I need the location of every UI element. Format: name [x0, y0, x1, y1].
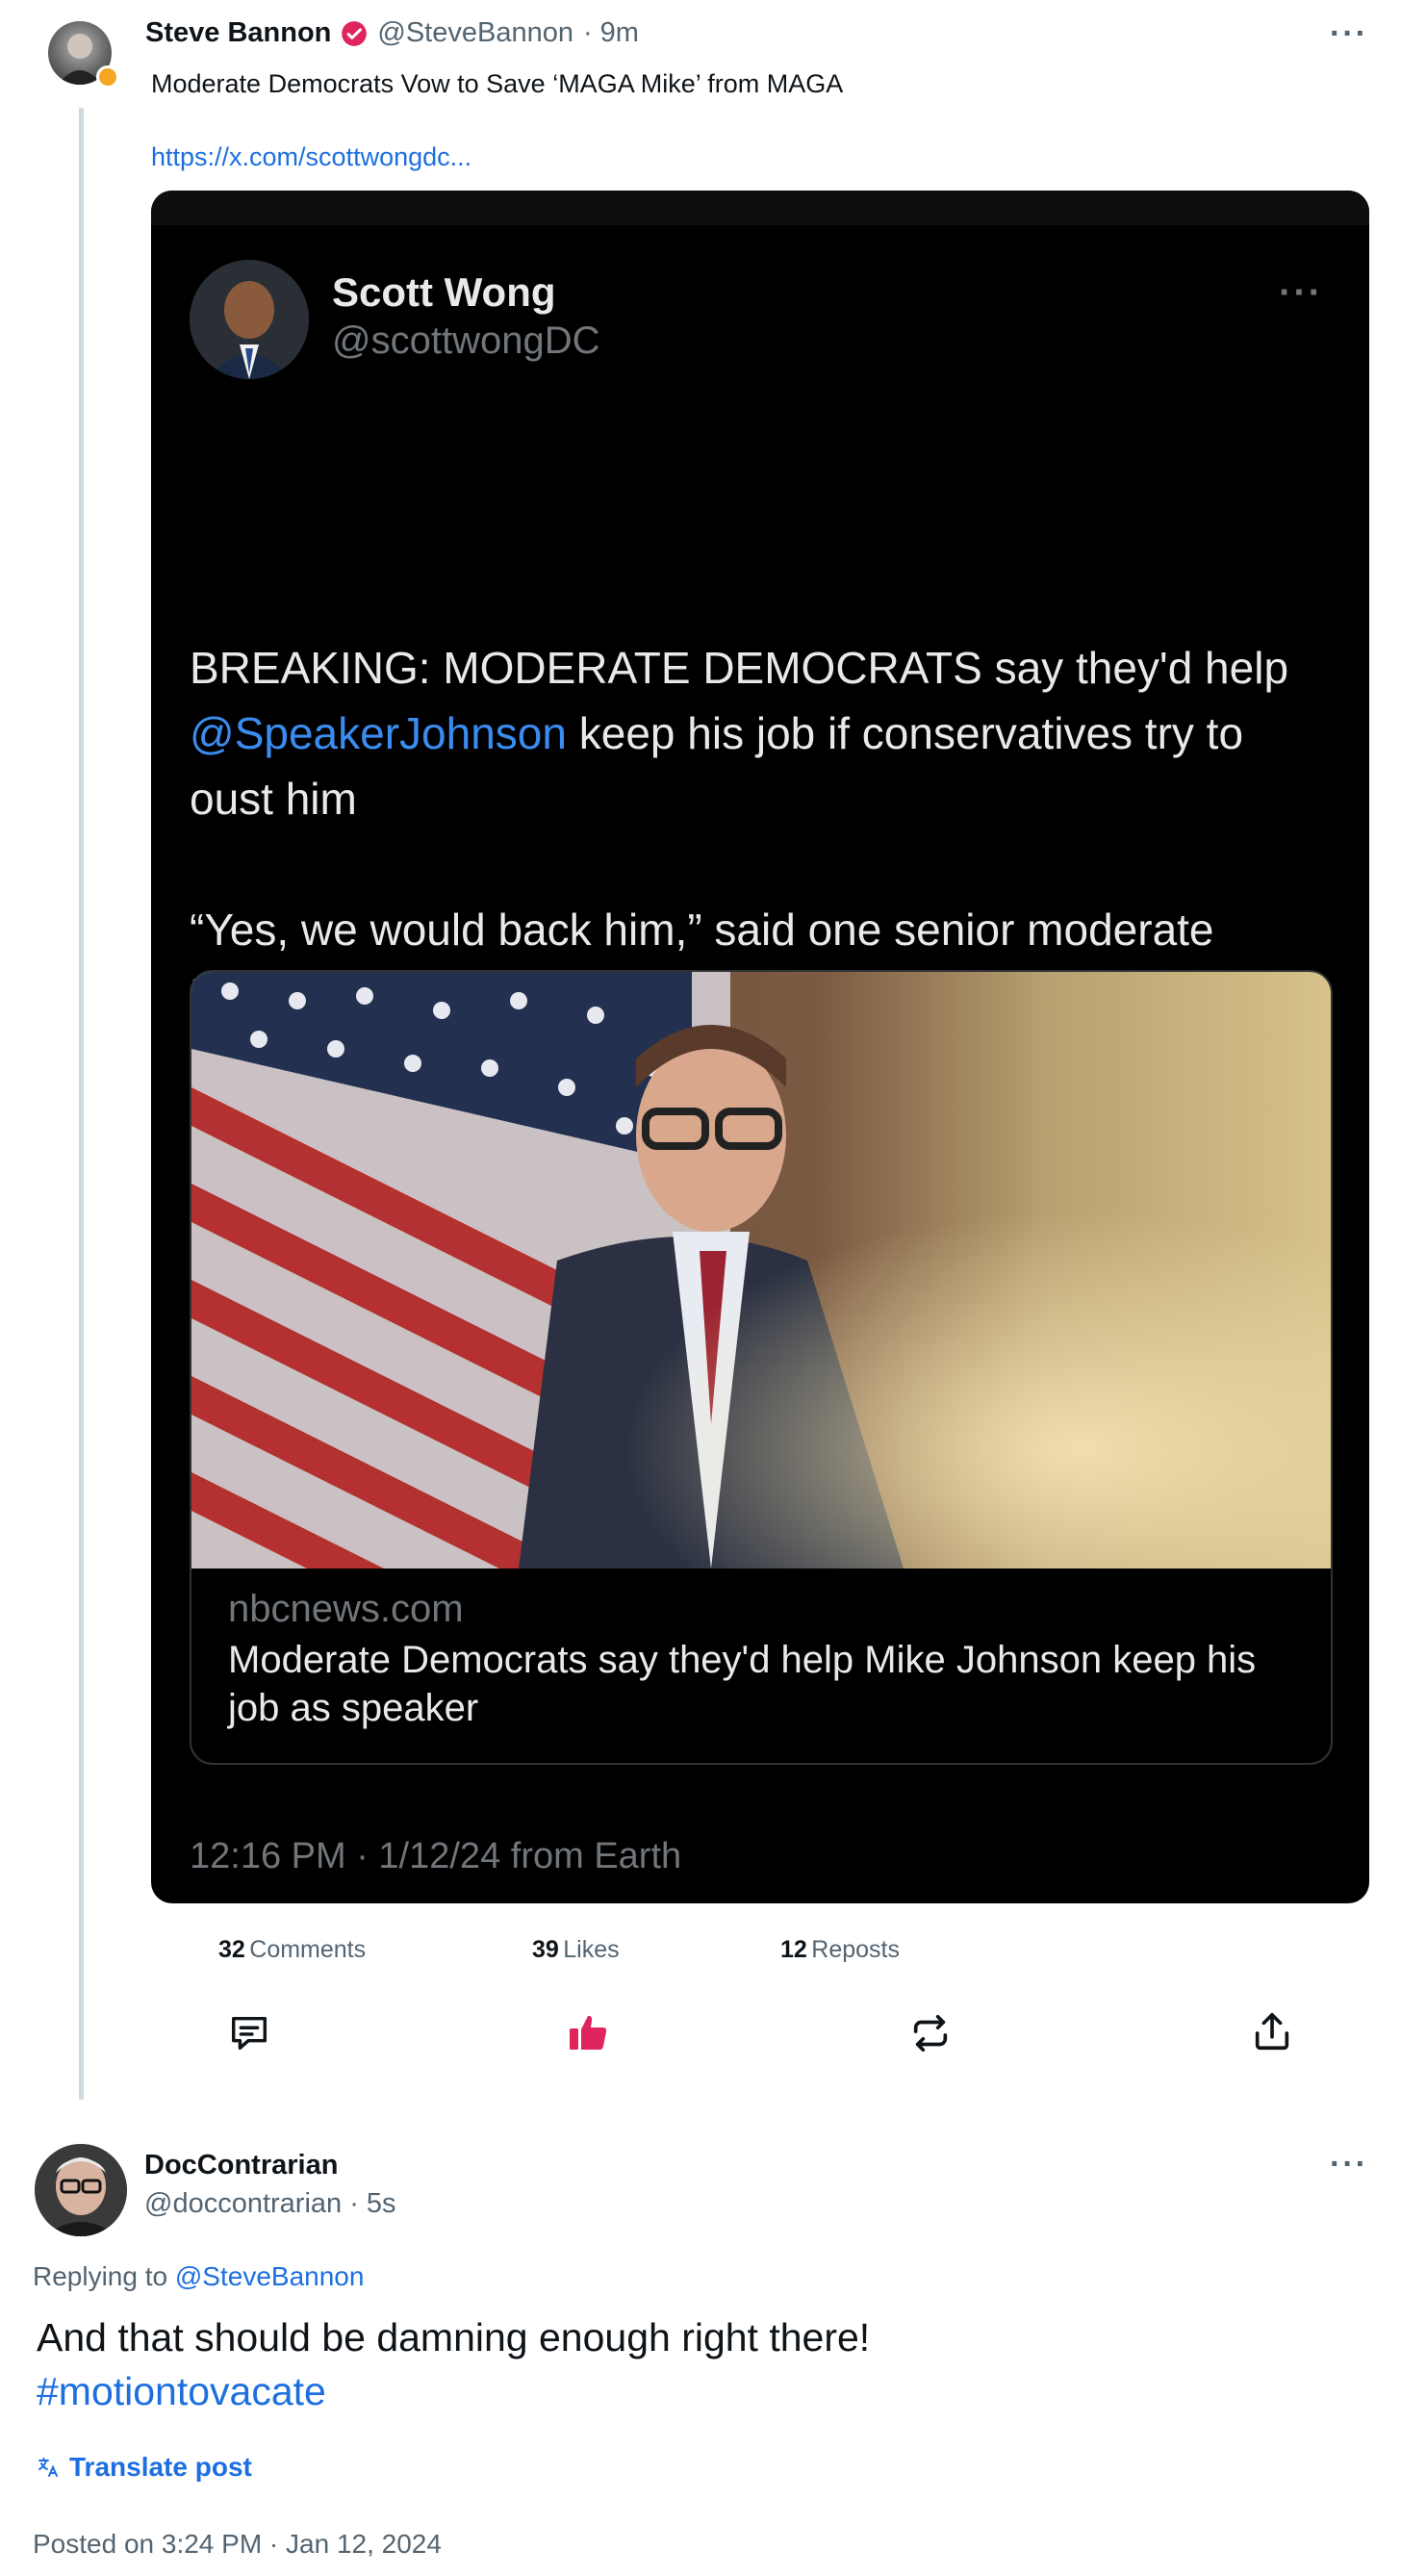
likes-stat[interactable]: 39 Likes [532, 1936, 620, 1964]
avatar-badge [96, 65, 119, 89]
reply-author-name[interactable]: DocContrarian [144, 2150, 338, 2181]
author-handle[interactable]: @SteveBannon [377, 17, 573, 49]
comments-label: Comments [249, 1936, 367, 1963]
translate-icon [37, 2456, 60, 2479]
embed-author-name: Scott Wong [332, 269, 556, 315]
embedded-post-image[interactable]: Scott Wong @scottwongDC ··· BREAKING: MO… [151, 191, 1369, 1903]
author-name[interactable]: Steve Bannon [145, 17, 331, 49]
reply-author-meta: @doccontrarian · 5s [144, 2188, 396, 2220]
like-icon[interactable] [566, 2009, 610, 2053]
embed-timestamp: 12:16 PM · 1/12/24 from Earth [190, 1836, 682, 1876]
verified-icon [341, 20, 368, 47]
likes-label: Likes [563, 1936, 620, 1963]
news-card-domain: nbcnews.com [228, 1588, 464, 1630]
embed-top-band [151, 191, 1369, 225]
replying-to-handle[interactable]: @SteveBannon [175, 2261, 365, 2291]
post-link[interactable]: https://x.com/scottwongdc... [151, 142, 471, 172]
translate-post-button[interactable]: Translate post [37, 2452, 252, 2483]
post-time[interactable]: · 9m [583, 17, 639, 49]
comments-count: 32 [218, 1936, 245, 1963]
reply-time[interactable]: · 5s [349, 2188, 395, 2219]
news-photo [191, 972, 1331, 1569]
reply-author-handle[interactable]: @doccontrarian [144, 2188, 342, 2219]
reposts-stat[interactable]: 12 Reposts [780, 1936, 900, 1964]
reply-author-avatar[interactable] [35, 2144, 127, 2236]
embed-text-part1: BREAKING: MODERATE DEMOCRATS say they'd … [190, 643, 1289, 693]
reply-more-options-icon[interactable]: ··· [1330, 2146, 1368, 2183]
news-link-card: nbcnews.com Moderate Democrats say they'… [190, 970, 1333, 1765]
news-card-title: Moderate Democrats say they'd help Mike … [228, 1639, 1257, 1729]
posted-on: Posted on 3:24 PM · Jan 12, 2024 [33, 2529, 442, 2559]
more-options-icon[interactable]: ··· [1330, 15, 1368, 53]
replying-to-prefix: Replying to [33, 2261, 168, 2291]
embed-mention: @SpeakerJohnson [190, 708, 567, 758]
translate-post-label: Translate post [69, 2452, 252, 2482]
embed-author-avatar [190, 260, 309, 379]
thread-line [79, 108, 84, 2100]
share-icon[interactable] [1250, 2009, 1294, 2053]
embed-more-icon: ··· [1279, 271, 1323, 314]
embed-author-handle: @scottwongDC [332, 319, 600, 362]
reposts-label: Reposts [811, 1936, 900, 1963]
post-text: Moderate Democrats Vow to Save ‘MAGA Mik… [151, 69, 844, 98]
reply-text: And that should be damning enough right … [37, 2315, 871, 2359]
comment-icon[interactable] [227, 2011, 271, 2055]
comments-stat[interactable]: 32 Comments [218, 1936, 366, 1964]
reposts-count: 12 [780, 1936, 807, 1963]
repost-icon[interactable] [908, 2011, 953, 2055]
likes-count: 39 [532, 1936, 559, 1963]
reply-hashtag[interactable]: #motiontovacate [37, 2369, 326, 2414]
embed-post-text: BREAKING: MODERATE DEMOCRATS say they'd … [190, 635, 1335, 831]
replying-to: Replying to @SteveBannon [33, 2261, 364, 2292]
